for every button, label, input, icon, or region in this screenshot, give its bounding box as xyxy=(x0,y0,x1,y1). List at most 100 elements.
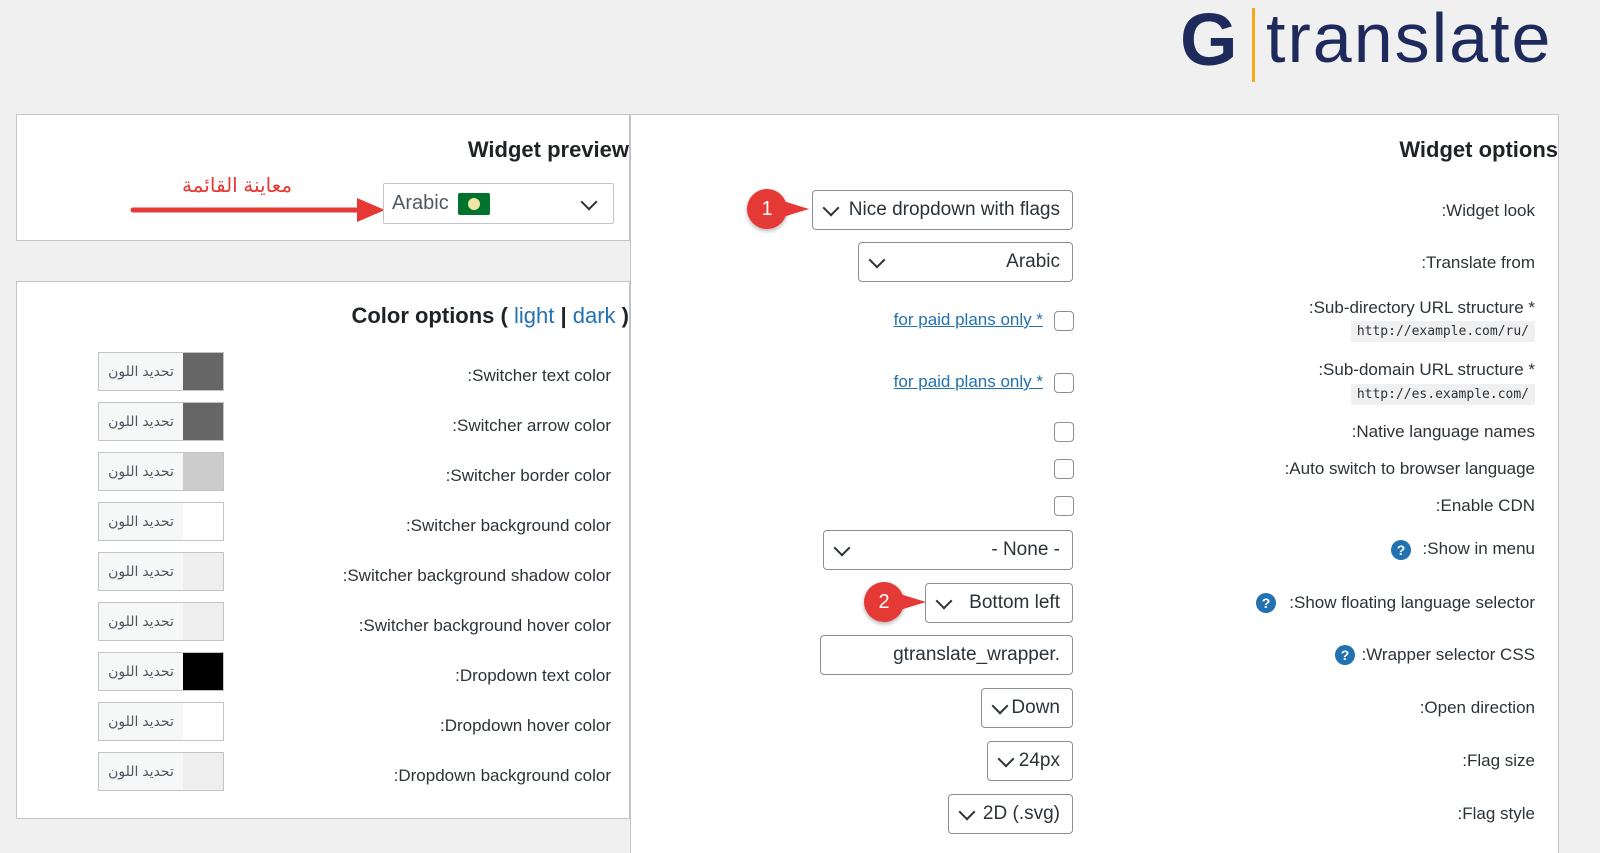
floating-selector-value: Bottom left xyxy=(969,592,1060,613)
auto-switch-checkbox[interactable] xyxy=(1054,459,1074,479)
color-option-label: :Switcher background color xyxy=(405,516,611,535)
open-direction-select[interactable]: Down xyxy=(981,688,1073,728)
help-icon[interactable]: ? xyxy=(1335,645,1355,665)
cdn-label: :Enable CDN xyxy=(1435,496,1535,515)
color-swatch xyxy=(183,603,223,640)
auto-switch-label: :Auto switch to browser language xyxy=(1284,459,1535,478)
color-picker-button[interactable]: تحديد اللون xyxy=(98,602,224,641)
color-option-label: :Switcher background hover color xyxy=(358,616,611,635)
color-picker-button[interactable]: تحديد اللون xyxy=(98,552,224,591)
chevron-down-icon xyxy=(833,539,851,557)
color-option-label: :Switcher arrow color xyxy=(452,416,611,435)
flag-style-select[interactable]: 2D (.svg) xyxy=(948,794,1073,834)
subdirectory-label: :Sub-directory URL structure * xyxy=(1308,298,1535,317)
chevron-down-icon xyxy=(822,199,840,217)
native-names-checkbox[interactable] xyxy=(1054,422,1074,442)
open-direction-value: Down xyxy=(1011,697,1060,718)
subdomain-label: :Sub-domain URL structure * xyxy=(1318,360,1535,379)
color-picker-label: تحديد اللون xyxy=(99,503,184,540)
logo-divider xyxy=(1252,8,1255,82)
subdomain-paid-link[interactable]: for paid plans only * xyxy=(894,372,1043,392)
floating-selector-select[interactable]: Bottom left xyxy=(925,583,1073,623)
show-in-menu-label: :Show in menu xyxy=(1422,539,1535,558)
show-in-menu-value: - None - xyxy=(991,539,1060,560)
color-picker-label: تحديد اللون xyxy=(99,703,184,740)
logo-text: translate xyxy=(1266,0,1553,77)
chevron-down-icon xyxy=(991,697,1009,715)
color-swatch xyxy=(183,703,223,740)
color-heading-prefix: Color options ( xyxy=(351,303,508,328)
gtranslate-logo: G translate xyxy=(1170,0,1600,84)
subdirectory-paid-link[interactable]: for paid plans only * xyxy=(894,310,1043,330)
color-option-label: :Dropdown hover color xyxy=(439,716,611,735)
show-in-menu-select[interactable]: - None - xyxy=(823,530,1073,570)
subdirectory-example: http://example.com/ru/ xyxy=(1350,321,1535,342)
color-picker-button[interactable]: تحديد اللون xyxy=(98,702,224,741)
color-swatch xyxy=(183,453,223,490)
color-option-label: :Dropdown text color xyxy=(455,666,611,685)
color-swatch xyxy=(183,503,223,540)
color-swatch xyxy=(183,753,223,790)
color-swatch xyxy=(183,403,223,440)
color-picker-button[interactable]: تحديد اللون xyxy=(98,452,224,491)
native-names-label: :Native language names xyxy=(1351,422,1535,441)
preview-select-label: Arabic xyxy=(392,192,449,214)
color-heading-suffix: ) xyxy=(621,303,629,328)
color-option-label: :Dropdown background color xyxy=(393,766,611,785)
subdomain-example: http://es.example.com/ xyxy=(1350,384,1535,405)
wrapper-selector-input[interactable]: gtranslate_wrapper. xyxy=(820,635,1073,675)
color-options-heading: Color options ( light | dark ) xyxy=(351,303,629,329)
floating-selector-label: :Show floating language selector xyxy=(1289,593,1535,612)
translate-from-label: :Translate from xyxy=(1421,253,1535,272)
subdomain-checkbox[interactable] xyxy=(1054,373,1074,393)
widget-look-label: :Widget look xyxy=(1441,201,1535,220)
color-swatch xyxy=(183,353,223,390)
light-theme-link[interactable]: light xyxy=(514,303,554,328)
preview-language-select[interactable]: Arabic xyxy=(383,183,614,224)
arabic-flag-icon xyxy=(458,193,490,215)
chevron-down-icon xyxy=(868,251,886,269)
wrapper-selector-value: gtranslate_wrapper. xyxy=(893,644,1060,665)
color-picker-label: تحديد اللون xyxy=(99,603,184,640)
open-direction-label: :Open direction xyxy=(1419,698,1535,717)
chevron-down-icon xyxy=(580,193,598,210)
color-picker-label: تحديد اللون xyxy=(99,453,184,490)
color-picker-button[interactable]: تحديد اللون xyxy=(98,752,224,791)
widget-options-heading: Widget options xyxy=(1399,137,1558,162)
chevron-down-icon xyxy=(997,750,1015,768)
color-swatch xyxy=(183,653,223,690)
color-picker-label: تحديد اللون xyxy=(99,753,184,790)
color-option-label: :Switcher background shadow color xyxy=(342,566,611,585)
widget-look-value: Nice dropdown with flags xyxy=(848,199,1060,220)
color-swatch xyxy=(183,553,223,590)
widget-preview-panel: Widget preview معاينة القائمة Arabic xyxy=(16,114,630,241)
color-picker-button[interactable]: تحديد اللون xyxy=(98,502,224,541)
cdn-checkbox[interactable] xyxy=(1054,496,1074,516)
flag-style-label: :Flag style xyxy=(1457,804,1535,823)
dark-theme-link[interactable]: dark xyxy=(573,303,616,328)
logo-mark: G xyxy=(1180,0,1238,81)
annotation-badge-2: 2 xyxy=(864,582,926,622)
flag-size-select[interactable]: 24px xyxy=(987,741,1073,781)
color-picker-button[interactable]: تحديد اللون xyxy=(98,352,224,391)
color-picker-label: تحديد اللون xyxy=(99,353,184,390)
flag-style-value: 2D (.svg) xyxy=(982,803,1060,824)
chevron-down-icon xyxy=(935,592,953,610)
widget-look-select[interactable]: Nice dropdown with flags xyxy=(812,190,1073,230)
help-icon[interactable]: ? xyxy=(1256,593,1276,613)
color-picker-button[interactable]: تحديد اللون xyxy=(98,402,224,441)
help-icon[interactable]: ? xyxy=(1391,540,1411,560)
widget-preview-heading: Widget preview xyxy=(467,137,629,162)
color-picker-label: تحديد اللون xyxy=(99,653,184,690)
flag-size-label: :Flag size xyxy=(1462,751,1535,770)
annotation-badge-1: 1 xyxy=(747,189,809,229)
subdirectory-checkbox[interactable] xyxy=(1054,311,1074,331)
annotation-arrow-icon xyxy=(130,198,385,222)
color-picker-label: تحديد اللون xyxy=(99,553,184,590)
chevron-down-icon xyxy=(958,803,976,821)
wrapper-selector-label: :Wrapper selector CSS xyxy=(1361,645,1535,664)
color-picker-label: تحديد اللون xyxy=(99,403,184,440)
translate-from-select[interactable]: Arabic xyxy=(858,242,1073,282)
color-picker-button[interactable]: تحديد اللون xyxy=(98,652,224,691)
color-option-label: :Switcher border color xyxy=(445,466,611,485)
